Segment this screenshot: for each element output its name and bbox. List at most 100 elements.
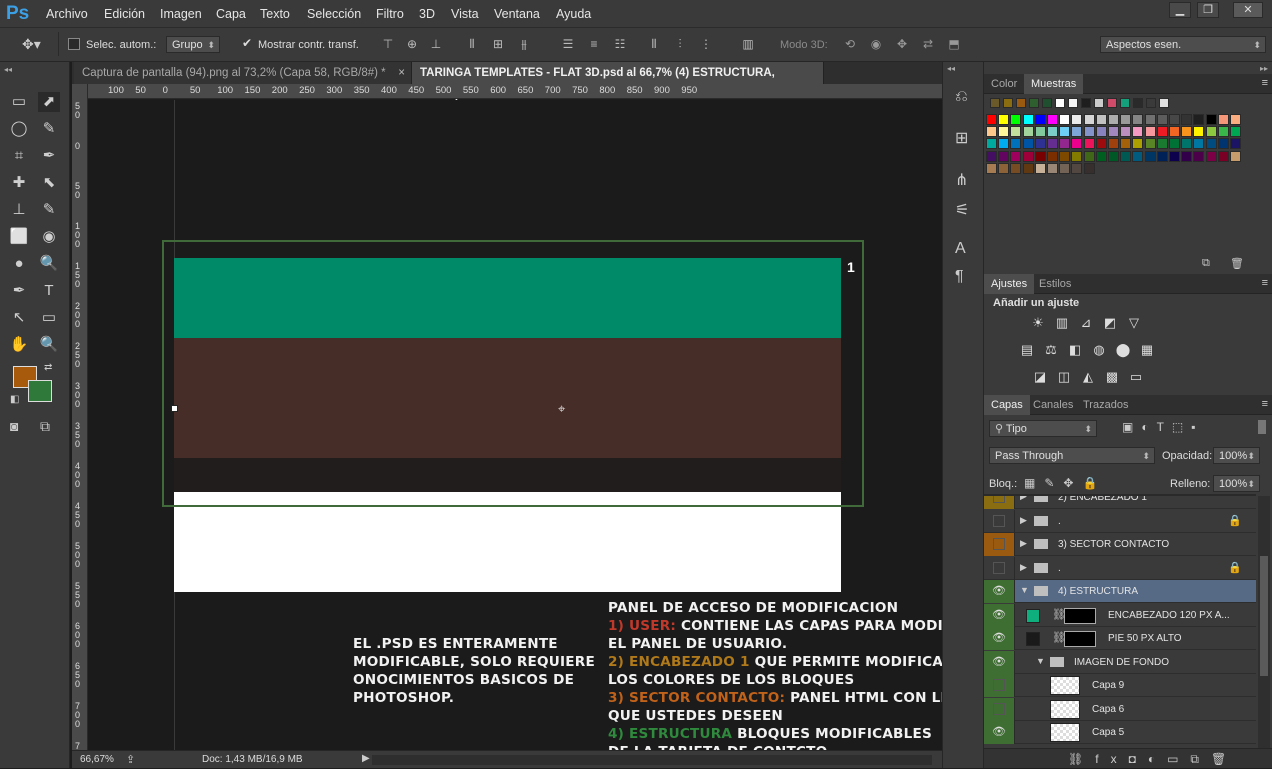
swatch[interactable] <box>1108 150 1119 162</box>
adjustment-icon-1-0[interactable]: ▤ <box>1018 341 1036 359</box>
align-icon-8[interactable]: ☷ <box>612 37 628 51</box>
layer-filter-dropdown[interactable]: ⚲ Tipo ⬍ <box>989 420 1097 437</box>
swatch[interactable] <box>1108 126 1119 138</box>
swatch[interactable] <box>1205 126 1217 138</box>
eye-icon[interactable] <box>993 538 1005 550</box>
tool-19-icon[interactable]: 🔍 <box>38 335 60 355</box>
swatch[interactable] <box>1022 138 1034 150</box>
swatch[interactable] <box>1169 138 1180 150</box>
swatch[interactable] <box>998 150 1010 162</box>
swatch[interactable] <box>1108 138 1119 150</box>
menu-5[interactable]: Selección <box>307 7 361 21</box>
tool-11-icon[interactable]: ◉ <box>38 227 60 247</box>
paragraph-icon[interactable]: ¶ <box>955 268 964 286</box>
adjustment-icon-2-4[interactable]: ▭ <box>1127 368 1145 386</box>
recent-swatch[interactable] <box>1146 98 1156 108</box>
menu-7[interactable]: 3D <box>419 7 435 21</box>
close-window-button[interactable]: ✕ <box>1233 2 1263 18</box>
recent-swatch[interactable] <box>1159 98 1169 108</box>
swatch[interactable] <box>1059 150 1071 162</box>
eye-icon[interactable] <box>993 561 1005 574</box>
swatch[interactable] <box>1010 138 1022 150</box>
swatch[interactable] <box>1059 138 1071 150</box>
swatch[interactable] <box>1010 126 1022 138</box>
layer-row[interactable]: Capa 6 <box>984 697 1256 721</box>
swatch[interactable] <box>1059 114 1071 125</box>
mode3d-icon-4[interactable]: ⬒ <box>946 37 962 51</box>
expand-arrow-icon[interactable]: ▼ <box>1036 656 1045 666</box>
swatch[interactable] <box>1205 150 1217 162</box>
tab-trazados[interactable]: Trazados <box>1076 395 1135 415</box>
recent-swatch[interactable] <box>1029 98 1039 108</box>
adjustment-icon-2-2[interactable]: ◭ <box>1079 368 1097 386</box>
menu-1[interactable]: Edición <box>104 7 145 21</box>
tab-ajustes[interactable]: Ajustes <box>984 274 1035 294</box>
swatch[interactable] <box>1034 114 1046 125</box>
tool-18-icon[interactable]: ✋ <box>8 335 30 355</box>
adjustment-icon-1-4[interactable]: ⬤ <box>1114 341 1132 359</box>
adjustment-icon-0-1[interactable]: ▥ <box>1053 314 1071 332</box>
swatch[interactable] <box>1034 162 1046 174</box>
swatch[interactable] <box>1071 150 1083 162</box>
recent-swatch[interactable] <box>1068 98 1078 108</box>
swatch[interactable] <box>1095 126 1107 138</box>
brush-presets-icon[interactable]: ⚟ <box>955 200 969 220</box>
swatch[interactable] <box>1132 150 1144 162</box>
swatch[interactable] <box>1230 114 1241 125</box>
mode3d-icon-3[interactable]: ⇄ <box>920 37 936 51</box>
swatch[interactable] <box>1181 150 1193 162</box>
swatch[interactable] <box>1217 114 1229 125</box>
tool-7-icon[interactable]: ⬉ <box>38 173 60 193</box>
mode3d-icon-1[interactable]: ◉ <box>868 37 884 51</box>
swatch[interactable] <box>1083 162 1095 174</box>
show-transform-checkbox[interactable]: ✔ <box>242 36 254 50</box>
tab-canales[interactable]: Canales <box>1026 395 1080 415</box>
swatch[interactable] <box>1010 150 1022 162</box>
align-icon-2[interactable]: ⊥ <box>428 37 444 51</box>
recent-swatch[interactable] <box>1081 98 1091 108</box>
horizontal-scrollbar[interactable] <box>372 755 932 765</box>
swatch[interactable] <box>1230 150 1241 162</box>
swatch[interactable] <box>1181 126 1193 138</box>
recent-swatch[interactable] <box>990 98 1000 108</box>
adjustment-icon-2-1[interactable]: ◫ <box>1055 368 1073 386</box>
transform-bounding-box[interactable] <box>162 240 864 507</box>
swatch[interactable] <box>1217 138 1229 150</box>
swatch[interactable] <box>1144 126 1156 138</box>
tab-swatches[interactable]: Muestras <box>1024 74 1084 94</box>
layer-row[interactable]: Capa 9 <box>984 674 1256 697</box>
swatch[interactable] <box>1071 126 1083 138</box>
adjustment-icon-0-4[interactable]: ▽ <box>1125 314 1143 332</box>
expand-arrow-icon[interactable]: ▶ <box>1020 538 1027 549</box>
recent-swatch[interactable] <box>1016 98 1026 108</box>
swatch[interactable] <box>1120 126 1132 138</box>
swatch[interactable] <box>1169 126 1180 138</box>
swatch[interactable] <box>1193 150 1205 162</box>
menu-9[interactable]: Ventana <box>494 7 540 21</box>
swatch[interactable] <box>1022 126 1034 138</box>
tool-3-icon[interactable]: ✎ <box>38 119 60 139</box>
mode3d-icon-0[interactable]: ⟲ <box>842 37 858 51</box>
tool-5-icon[interactable]: ✒ <box>38 146 60 166</box>
swatch[interactable] <box>986 114 997 125</box>
swatch[interactable] <box>1120 114 1132 125</box>
layer-row[interactable]: ▶ 3) SECTOR CONTACTO <box>984 533 1256 556</box>
swatch[interactable] <box>1034 138 1046 150</box>
menu-8[interactable]: Vista <box>451 7 479 21</box>
swatch[interactable] <box>1047 138 1058 150</box>
swatch[interactable] <box>1144 150 1156 162</box>
tool-14-icon[interactable]: ✒ <box>8 281 30 301</box>
minimize-button[interactable]: ▁ <box>1169 2 1191 18</box>
swatch[interactable] <box>986 138 997 150</box>
panel-menu-icon[interactable]: ≡ <box>1262 277 1268 289</box>
layer-row[interactable]: 👁 ⛓ PIE 50 PX ALTO <box>984 627 1256 650</box>
eye-icon[interactable] <box>993 496 1005 503</box>
swatch[interactable] <box>986 162 997 174</box>
workspace-dropdown[interactable]: Aspectos esen. ⬍ <box>1100 36 1266 53</box>
layer-row[interactable]: 👁 ▼ 4) ESTRUCTURA <box>984 580 1256 603</box>
eye-icon[interactable]: 👁 <box>990 584 1008 598</box>
properties-icon[interactable]: ⊞ <box>955 128 968 148</box>
swatch[interactable] <box>1034 126 1046 138</box>
menu-0[interactable]: Archivo <box>46 7 88 21</box>
swatch[interactable] <box>1010 162 1022 174</box>
